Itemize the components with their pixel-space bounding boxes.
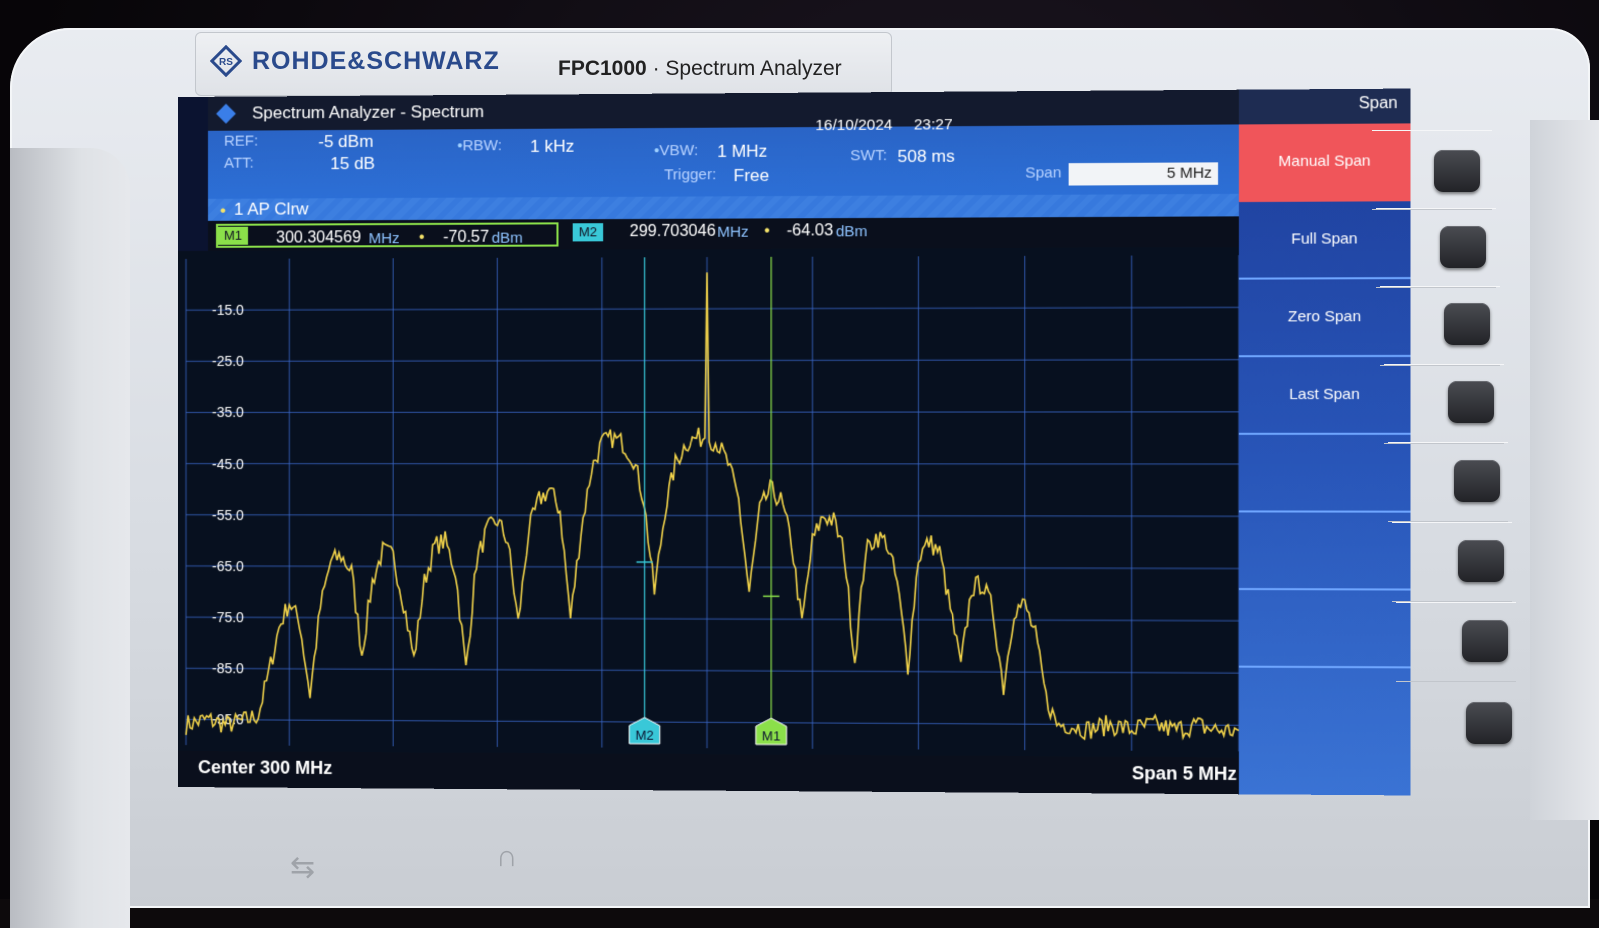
model-number: FPC1000 [558, 57, 647, 80]
hw-softkey-button-4[interactable] [1448, 381, 1494, 423]
brand-name: ROHDE&SCHWARZ [252, 47, 500, 76]
y-tick-label: -45.0 [212, 456, 244, 472]
hw-softkey-button-3[interactable] [1444, 303, 1490, 345]
span-menu-title: Span [1359, 95, 1398, 114]
usb-port-icon: ⇆ [290, 850, 315, 885]
span-readout[interactable]: Span 5 MHz [1132, 763, 1237, 785]
rs-app-logo-icon [214, 102, 238, 126]
marker-m1-separator: • [419, 229, 425, 247]
hw-softkey-button-6[interactable] [1458, 540, 1504, 582]
marker-m1-level: -70.57 [443, 229, 489, 247]
swt-label: SWT: [850, 147, 887, 164]
att-value[interactable]: 15 dB [330, 154, 375, 174]
vbw-label: •VBW: [654, 142, 698, 159]
spectrum-plot[interactable]: -15.0 -25.0 -35.0 -45.0 -55.0 -65.0 -75.0 -85.0… [178, 247, 1249, 758]
marker-m1-level-unit: dBm [492, 230, 523, 247]
grid-line-horizontal [186, 515, 1239, 517]
marker-m2-freq-unit: MHz [717, 224, 748, 241]
y-tick-label: -85.0 [212, 660, 244, 676]
vbw-value[interactable]: 1 MHz [717, 142, 767, 163]
marker-m2-tag[interactable]: M2 [573, 223, 603, 241]
y-tick-label: -65.0 [212, 558, 244, 574]
marker-m2-freq: 299.703046 [630, 223, 716, 242]
grid-line-horizontal [186, 566, 1239, 569]
trigger-label: Trigger: [664, 166, 716, 183]
marker-m2-level: -64.03 [787, 222, 833, 240]
model-separator: · [653, 57, 666, 80]
marker-m1-readout[interactable]: M1 300.304569 MHz • -70.57 dBm [216, 222, 558, 247]
marker-bar: M1 300.304569 MHz • -70.57 dBm M2 299.70… [208, 216, 1239, 251]
marker-m1-tag: M1 [218, 227, 248, 245]
softkey-5[interactable] [1239, 435, 1410, 513]
grid-line-horizontal [186, 360, 1239, 362]
model-name: FPC1000 · Spectrum Analyzer [558, 57, 842, 81]
display-screen: Spectrum Analyzer - Spectrum REF: -5 dBm… [178, 89, 1410, 796]
hw-softkey-button-2[interactable] [1440, 226, 1486, 268]
y-tick-labels: -15.0 -25.0 -35.0 -45.0 -55.0 -65.0 -75.0 -85.0… [212, 302, 244, 728]
ref-label: REF: [224, 133, 258, 150]
rbw-value[interactable]: 1 kHz [530, 137, 574, 157]
window-title: Spectrum Analyzer - Spectrum [252, 102, 484, 124]
grid-line-horizontal [186, 668, 1239, 673]
grid-line-horizontal [186, 412, 1239, 413]
side-panel-edge [1530, 120, 1599, 820]
headphone-port-icon: ∩ [496, 840, 518, 874]
span-entry-label: Span [1025, 164, 1061, 181]
brand-strip: RS ROHDE&SCHWARZ FPC1000 · Spectrum Anal… [195, 32, 892, 96]
span-entry: Span 5 MHz [959, 155, 1239, 193]
marker-flag-label-m2: M2 [635, 728, 653, 743]
trace-color-icon: • [220, 201, 226, 221]
softkey-8[interactable] [1239, 668, 1410, 747]
trace-label: 1 AP Clrw [234, 199, 309, 219]
hw-softkey-button-8[interactable] [1466, 702, 1512, 744]
date: 16/10/2024 [815, 116, 892, 134]
marker-m2-level-unit: dBm [836, 223, 868, 240]
softkey-7[interactable] [1239, 590, 1410, 668]
y-tick-label: -25.0 [212, 353, 244, 369]
ref-value[interactable]: -5 dBm [318, 132, 373, 152]
att-label: ATT: [224, 155, 254, 172]
marker-m1-freq: 300.304569 [276, 229, 361, 247]
y-tick-label: -15.0 [212, 302, 244, 318]
span-input[interactable]: 5 MHz [1069, 162, 1218, 185]
center-frequency[interactable]: Center 300 MHz [198, 757, 332, 779]
grid-line-horizontal [186, 307, 1239, 310]
y-tick-label: -55.0 [212, 507, 244, 523]
hw-softkey-button-7[interactable] [1462, 620, 1508, 662]
hw-softkey-button-1[interactable] [1434, 150, 1480, 192]
svg-text:RS: RS [219, 57, 233, 68]
marker-flag-label-m1: M1 [762, 728, 780, 743]
y-tick-label: -35.0 [212, 404, 244, 420]
status-footer: Center 300 MHz Span 5 MHz [178, 751, 1249, 794]
hw-softkey-button-5[interactable] [1454, 460, 1500, 502]
swt-value[interactable]: 508 ms [897, 147, 954, 168]
rbw-label: •RBW: [457, 137, 502, 154]
grid-line-horizontal [186, 617, 1239, 621]
grid-line-horizontal [186, 719, 1239, 725]
trigger-value[interactable]: Free [734, 166, 770, 186]
product-type: Spectrum Analyzer [665, 57, 841, 80]
plot-grid [186, 255, 1239, 751]
handle-grip [10, 148, 130, 928]
span-menu-header: Span [1239, 89, 1410, 125]
time: 23:27 [914, 116, 953, 133]
softkey-6[interactable] [1239, 512, 1410, 590]
rs-logo-icon: RS [210, 45, 242, 77]
marker-m1-freq-unit: MHz [369, 230, 400, 247]
marker-m2-separator: • [764, 222, 770, 240]
y-tick-label: -75.0 [212, 609, 244, 625]
